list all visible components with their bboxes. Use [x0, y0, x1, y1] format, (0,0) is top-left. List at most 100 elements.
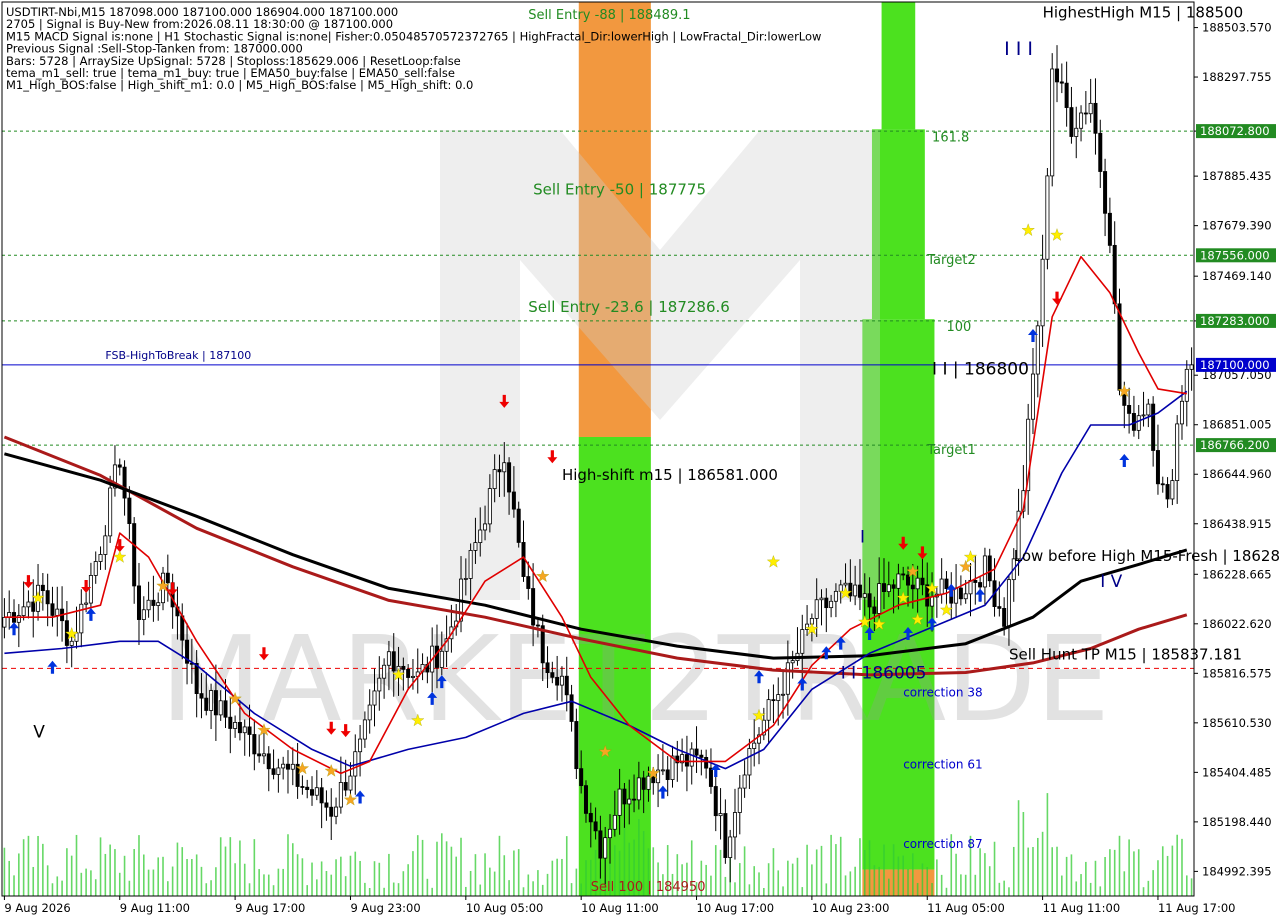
candle-body [88, 575, 93, 604]
y-tick-label: 186438.915 [1202, 517, 1272, 531]
candle-body [771, 699, 776, 702]
candle-body [132, 523, 137, 587]
candle-body [507, 462, 512, 493]
candle-body [1189, 364, 1194, 370]
x-tick-label: 9 Aug 2026 [4, 901, 70, 915]
candle-body [997, 606, 1002, 609]
chart-annotation: Target2 [926, 253, 976, 268]
candle-body [632, 798, 637, 801]
candle-body [223, 700, 228, 718]
candle-body [45, 590, 50, 605]
level-price-label: 187283.000 [1200, 314, 1270, 328]
candle-body [276, 767, 281, 775]
candle-body [1165, 484, 1170, 500]
candle-body [401, 665, 406, 670]
candle-body [290, 763, 295, 770]
x-tick-label: 10 Aug 23:00 [812, 901, 890, 915]
candle-body [862, 593, 867, 598]
candle-body [1074, 127, 1079, 137]
candle-body [439, 650, 444, 668]
candle-body [737, 787, 742, 813]
candle-body [1088, 102, 1093, 115]
candle-body [843, 582, 848, 586]
candle-body [814, 599, 819, 619]
candle-body [550, 672, 555, 678]
candle-body [362, 719, 367, 740]
candle-body [281, 763, 286, 769]
candle-body [766, 699, 771, 721]
candle-body [708, 767, 713, 787]
candle-body [348, 775, 353, 791]
candle-body [569, 694, 574, 722]
candle-body [40, 584, 45, 592]
candle-body [93, 561, 98, 576]
x-tick-label: 11 Aug 17:00 [1158, 901, 1236, 915]
candle-body [324, 802, 329, 808]
candle-body [1107, 212, 1112, 246]
candle-body [434, 645, 439, 668]
candle-body [463, 578, 468, 580]
candle-body [824, 597, 829, 609]
candle-body [963, 593, 968, 600]
candle-body [1040, 258, 1045, 327]
x-tick-label: 11 Aug 11:00 [1043, 901, 1121, 915]
candle-body [516, 508, 521, 543]
candle-body [257, 753, 262, 757]
candle-body [55, 608, 60, 616]
y-tick-label: 186228.665 [1202, 567, 1272, 581]
candle-body [699, 754, 704, 758]
candle-body [718, 813, 723, 817]
candle-body [1002, 608, 1007, 627]
candle-body [233, 722, 238, 729]
chart-annotation: I [860, 528, 865, 548]
chart-annotation: I I | 186800 [932, 360, 1029, 380]
chart-annotation: Sell Entry -50 | 187775 [533, 180, 706, 198]
candle-body [881, 583, 886, 593]
candle-body [2, 617, 7, 628]
candle-body [1136, 415, 1141, 431]
candle-body [723, 813, 728, 858]
candle-body [1184, 368, 1189, 402]
candle-body [492, 469, 497, 490]
candle-body [502, 462, 507, 473]
candle-body [978, 582, 983, 588]
candle-body [987, 555, 992, 582]
candle-body [329, 806, 334, 817]
candle-body [372, 690, 377, 706]
chart-annotation: correction 61 [903, 758, 982, 772]
candle-body [651, 775, 656, 784]
candle-body [829, 600, 834, 609]
candle-body [535, 624, 540, 627]
candle-body [838, 584, 843, 592]
candle-body [1079, 112, 1084, 129]
candle-body [1069, 107, 1074, 137]
candle-body [300, 786, 305, 788]
candle-body [713, 786, 718, 817]
y-tick-label: 188297.755 [1202, 70, 1272, 84]
candle-body [545, 662, 550, 674]
candle-body [261, 753, 266, 757]
candle-body [21, 606, 26, 616]
candle-body [497, 469, 502, 473]
candle-body [122, 466, 127, 499]
candle-body [1175, 423, 1180, 482]
candle-body [209, 690, 214, 711]
candle-body [531, 588, 536, 626]
candle-body [391, 651, 396, 672]
chart-annotation: correction 38 [903, 686, 982, 700]
candle-body [487, 488, 492, 525]
candle-body [915, 577, 920, 590]
candle-body [252, 734, 257, 755]
buy-zone [881, 2, 916, 130]
y-tick-label: 186022.620 [1202, 617, 1272, 631]
chart-annotation: HighestHigh M15 | 188500 [1043, 4, 1244, 22]
candle-body [958, 587, 963, 600]
candle-body [583, 785, 588, 814]
candle-body [199, 693, 204, 699]
candle-body [218, 700, 223, 716]
candle-body [747, 748, 752, 776]
candle-body [305, 786, 310, 790]
chart-annotation: 100 [946, 320, 971, 335]
chart-annotation: I I 186005 [841, 664, 927, 684]
candle-body [367, 704, 372, 721]
